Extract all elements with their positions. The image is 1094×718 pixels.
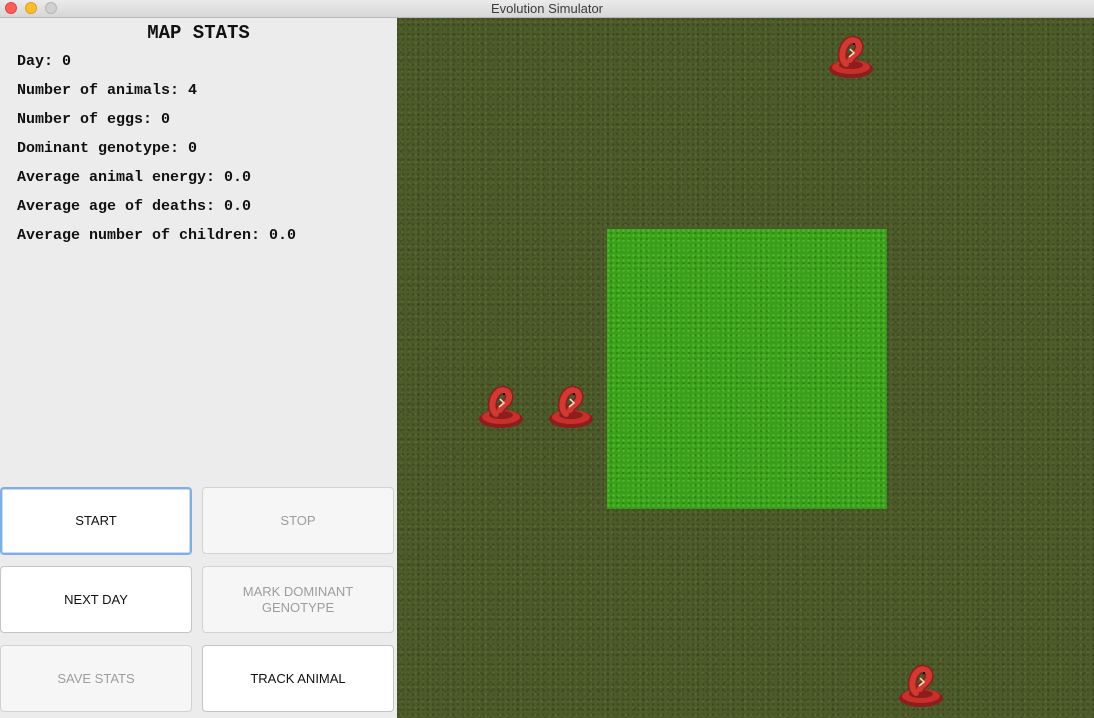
window-title: Evolution Simulator xyxy=(491,1,603,16)
track-animal-button-label: TRACK ANIMAL xyxy=(250,670,346,686)
stat-dominant-genotype: Dominant genotype: 0 xyxy=(17,140,198,157)
mark-dominant-genotype-label: MARK DOMINANT GENOTYPE xyxy=(242,583,354,615)
next-day-button-label: NEXT DAY xyxy=(64,591,128,607)
jungle-area xyxy=(607,229,887,509)
start-button[interactable]: START xyxy=(0,487,192,555)
track-animal-button[interactable]: TRACK ANIMAL xyxy=(202,645,394,712)
snake-icon[interactable] xyxy=(826,33,876,81)
stat-eggs: Number of eggs: 0 xyxy=(17,111,171,128)
window-titlebar: Evolution Simulator xyxy=(0,0,1094,18)
stats-panel: MAP STATS Day: 0 Number of animals: 4 Nu… xyxy=(0,18,397,718)
save-stats-button[interactable]: SAVE STATS xyxy=(0,645,192,712)
stop-button[interactable]: STOP xyxy=(202,487,394,554)
stat-animals: Number of animals: 4 xyxy=(17,82,198,99)
stat-average-energy: Average animal energy: 0.0 xyxy=(17,169,252,186)
stop-button-label: STOP xyxy=(280,512,316,528)
stat-average-death-age: Average age of deaths: 0.0 xyxy=(17,198,252,215)
next-day-button[interactable]: NEXT DAY xyxy=(0,566,192,633)
stats-heading: MAP STATS xyxy=(147,22,250,44)
start-button-label: START xyxy=(75,513,117,528)
snake-icon[interactable] xyxy=(546,383,596,431)
stat-day: Day: 0 xyxy=(17,53,72,70)
snake-icon[interactable] xyxy=(896,662,946,710)
save-stats-button-label: SAVE STATS xyxy=(57,670,135,686)
mark-dominant-genotype-button[interactable]: MARK DOMINANT GENOTYPE xyxy=(202,566,394,633)
snake-icon[interactable] xyxy=(476,383,526,431)
world-map[interactable] xyxy=(397,18,1094,718)
stat-average-children: Average number of children: 0.0 xyxy=(17,227,297,244)
